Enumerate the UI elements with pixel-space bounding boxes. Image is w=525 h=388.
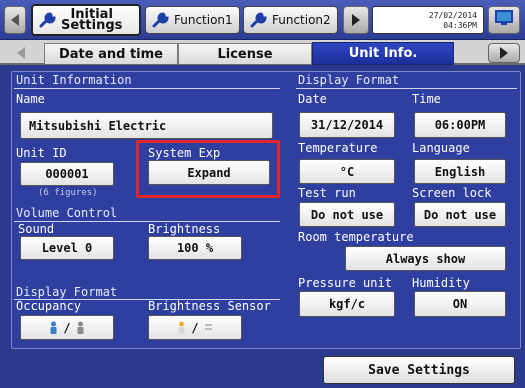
right-arrow-icon xyxy=(351,11,361,30)
monitor-button[interactable] xyxy=(488,6,520,34)
name-field[interactable]: Mitsubishi Electric xyxy=(20,112,273,139)
test-run-label: Test run xyxy=(298,186,356,200)
back-arrow-button[interactable] xyxy=(4,6,26,34)
display-format-right-heading: Display Format xyxy=(298,73,400,87)
time-format-value: 06:00PM xyxy=(434,118,486,132)
language-field[interactable]: English xyxy=(414,159,506,184)
time-label: Time xyxy=(412,92,441,106)
bright-sensor-icon xyxy=(177,321,186,334)
right-arrow-icon xyxy=(499,44,509,63)
unit-id-field[interactable]: 000001 xyxy=(20,162,114,186)
system-exp-field[interactable]: Expand xyxy=(148,160,270,185)
datetime-display: 27/02/2014 04:36PM xyxy=(372,6,484,34)
screen-lock-field[interactable]: Do not use xyxy=(414,202,506,227)
wrench-icon xyxy=(152,11,170,29)
subtab-date-and-time-label: Date and time xyxy=(58,46,163,62)
save-settings-button[interactable]: Save Settings xyxy=(323,356,515,384)
subtab-next-button[interactable] xyxy=(488,43,520,63)
subtab-license[interactable]: License xyxy=(178,43,312,64)
display-format-left-heading: Display Format xyxy=(16,285,118,299)
humidity-value: ON xyxy=(452,297,468,311)
occupancy-label: Occupancy xyxy=(16,299,82,313)
brightness-sensor-label: Brightness Sensor xyxy=(148,299,271,313)
current-date: 27/02/2014 xyxy=(428,11,477,20)
test-run-value: Do not use xyxy=(310,207,384,222)
save-settings-label: Save Settings xyxy=(368,362,470,378)
tab-initial-settings[interactable]: Initial Settings xyxy=(31,4,141,36)
left-arrow-icon xyxy=(10,11,20,30)
temperature-unit-field[interactable]: °C xyxy=(299,159,395,184)
room-temperature-value: Always show xyxy=(385,251,466,266)
occupancy-separator: / xyxy=(63,320,71,335)
brightness-value: 100 % xyxy=(176,241,214,255)
unit-id-value: 000001 xyxy=(45,167,89,181)
sub-tab-bar: Date and time License Unit Info. xyxy=(0,40,525,65)
top-bar: Initial Settings Function1 Function2 27/… xyxy=(0,0,525,40)
date-label: Date xyxy=(298,92,327,106)
person-absent-icon xyxy=(76,321,85,334)
sound-value: Level 0 xyxy=(41,241,93,255)
wrench-icon xyxy=(250,11,268,29)
subtab-prev-button[interactable] xyxy=(4,44,38,62)
temperature-unit-value: °C xyxy=(339,164,355,179)
occupancy-field[interactable]: / xyxy=(20,315,114,340)
unit-id-label: Unit ID xyxy=(16,146,67,160)
forward-arrow-button[interactable] xyxy=(343,6,369,34)
subtab-unit-info-label: Unit Info. xyxy=(348,46,418,61)
subtab-license-label: License xyxy=(217,46,273,62)
system-exp-value: Expand xyxy=(187,165,231,180)
tab-initial-settings-line2: Settings xyxy=(61,18,123,33)
pressure-unit-field[interactable]: kgf/c xyxy=(299,291,395,317)
volume-control-heading: Volume Control xyxy=(16,206,118,220)
divider xyxy=(296,88,517,89)
language-label: Language xyxy=(412,141,470,155)
wrench-icon xyxy=(39,11,57,29)
current-time: 04:36PM xyxy=(443,21,477,30)
time-format-field[interactable]: 06:00PM xyxy=(414,112,506,138)
brightness-label: Brightness xyxy=(148,222,221,236)
dim-sensor-icon xyxy=(204,321,213,334)
brightness-sensor-separator: / xyxy=(191,320,199,335)
language-value: English xyxy=(434,164,486,179)
pressure-unit-label: Pressure unit xyxy=(298,276,392,290)
sound-label: Sound xyxy=(18,222,55,236)
tab-function2[interactable]: Function2 xyxy=(243,6,338,34)
pressure-unit-value: kgf/c xyxy=(328,297,366,311)
humidity-field[interactable]: ON xyxy=(414,291,506,317)
name-value: Mitsubishi Electric xyxy=(29,118,167,133)
date-format-value: 31/12/2014 xyxy=(310,118,384,132)
test-run-field[interactable]: Do not use xyxy=(299,202,395,227)
person-icon xyxy=(49,321,58,334)
monitor-icon xyxy=(495,10,513,30)
unit-information-heading: Unit Information xyxy=(16,73,132,87)
tab-function2-label: Function2 xyxy=(272,13,331,27)
room-temperature-field[interactable]: Always show xyxy=(345,246,506,271)
tab-function1-label: Function1 xyxy=(174,13,233,27)
unit-id-hint: (6 figures) xyxy=(38,188,98,198)
divider xyxy=(14,88,280,89)
humidity-label: Humidity xyxy=(412,276,470,290)
brightness-sensor-field[interactable]: / xyxy=(148,315,242,340)
subtab-unit-info[interactable]: Unit Info. xyxy=(312,42,454,65)
screen-lock-label: Screen lock xyxy=(412,186,492,200)
brightness-field[interactable]: 100 % xyxy=(148,236,242,260)
temperature-label: Temperature xyxy=(298,141,378,155)
date-format-field[interactable]: 31/12/2014 xyxy=(299,112,395,138)
tab-function1[interactable]: Function1 xyxy=(145,6,240,34)
left-arrow-icon xyxy=(16,44,26,63)
subtab-date-and-time[interactable]: Date and time xyxy=(44,43,178,64)
room-temperature-label: Room temperature xyxy=(298,230,414,244)
sound-field[interactable]: Level 0 xyxy=(20,236,114,260)
name-label: Name xyxy=(16,92,45,106)
screen-lock-value: Do not use xyxy=(423,207,497,222)
